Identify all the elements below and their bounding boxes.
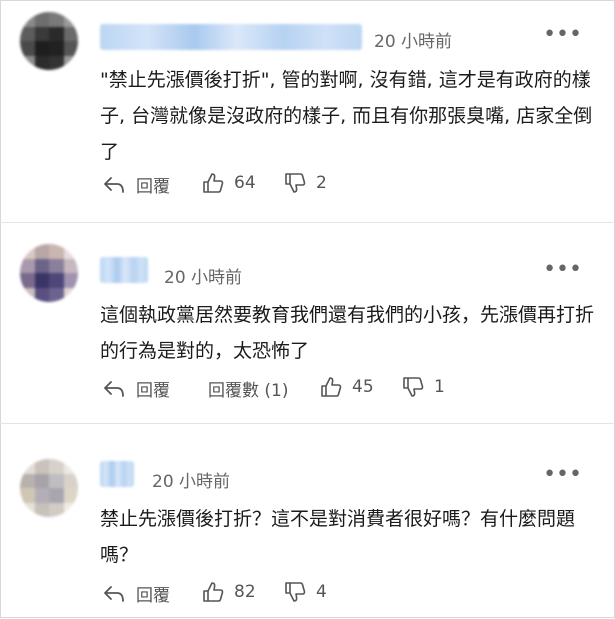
reply-button[interactable]: 回覆 bbox=[102, 581, 170, 606]
avatar[interactable] bbox=[20, 244, 78, 302]
comment-time: 20 小時前 bbox=[152, 472, 231, 492]
comment-actions: 回覆 回覆數 (1) 45 1 bbox=[100, 376, 580, 404]
thumbs-up-icon bbox=[321, 377, 342, 397]
thumbs-down-icon bbox=[285, 173, 306, 193]
thumbs-down-icon bbox=[285, 582, 306, 602]
reply-icon bbox=[104, 380, 124, 397]
comment-card: 20 小時前 ••• 禁止先漲價後打折？這不是對消費者很好嗎？有什麼問題嗎？ 回… bbox=[0, 423, 615, 619]
reply-label: 回覆 bbox=[136, 177, 170, 197]
more-horizontal-icon[interactable]: ••• bbox=[543, 464, 582, 486]
comment-actions: 回覆 64 2 bbox=[100, 172, 580, 200]
dislike-count: 4 bbox=[316, 582, 327, 602]
reply-icon bbox=[104, 585, 124, 602]
more-horizontal-icon[interactable]: ••• bbox=[543, 24, 582, 46]
thumbs-down-icon bbox=[403, 377, 424, 397]
username-redacted[interactable] bbox=[100, 257, 148, 283]
dislike-button[interactable]: 4 bbox=[284, 581, 327, 603]
username-redacted[interactable] bbox=[100, 461, 134, 487]
dislike-button[interactable]: 2 bbox=[284, 172, 327, 194]
comment-text: "禁止先漲價後打折", 管的對啊, 沒有錯, 這才是有政府的樣子, 台灣就像是沒… bbox=[100, 69, 593, 163]
comment-card: 20 小時前 ••• 這個執政黨居然要教育我們還有我們的小孩，先漲價再打折的行為… bbox=[0, 222, 615, 423]
thumbs-up-icon bbox=[203, 582, 224, 602]
like-button[interactable]: 82 bbox=[202, 581, 256, 603]
reply-count-label: 回覆數 (1) bbox=[208, 381, 289, 401]
comment-text: 這個執政黨居然要教育我們還有我們的小孩，先漲價再打折的行為是對的，太恐怖了 bbox=[100, 304, 595, 362]
comment-time: 20 小時前 bbox=[164, 268, 243, 288]
dislike-count: 1 bbox=[434, 377, 445, 397]
comment-text: 禁止先漲價後打折？這不是對消費者很好嗎？有什麼問題嗎？ bbox=[100, 508, 576, 566]
reply-button[interactable]: 回覆 bbox=[102, 172, 170, 197]
like-button[interactable]: 45 bbox=[320, 376, 374, 398]
comment-time: 20 小時前 bbox=[374, 32, 453, 52]
comment-card: 20 小時前 ••• "禁止先漲價後打折", 管的對啊, 沒有錯, 這才是有政府… bbox=[0, 0, 615, 222]
dislike-button[interactable]: 1 bbox=[402, 376, 445, 398]
like-count: 64 bbox=[234, 173, 256, 193]
dislike-count: 2 bbox=[316, 173, 327, 193]
like-button[interactable]: 64 bbox=[202, 172, 256, 194]
more-horizontal-icon[interactable]: ••• bbox=[543, 259, 582, 281]
avatar[interactable] bbox=[20, 459, 78, 517]
avatar[interactable] bbox=[20, 12, 78, 70]
thumbs-up-icon bbox=[203, 173, 224, 193]
reply-label: 回覆 bbox=[136, 381, 170, 401]
comment-actions: 回覆 82 4 bbox=[100, 581, 580, 609]
reply-button[interactable]: 回覆 bbox=[102, 376, 170, 401]
reply-label: 回覆 bbox=[136, 586, 170, 606]
reply-icon bbox=[104, 176, 124, 193]
view-replies-button[interactable]: 回覆數 (1) bbox=[208, 376, 288, 401]
username-redacted[interactable] bbox=[100, 24, 362, 50]
like-count: 82 bbox=[234, 582, 256, 602]
like-count: 45 bbox=[352, 377, 374, 397]
